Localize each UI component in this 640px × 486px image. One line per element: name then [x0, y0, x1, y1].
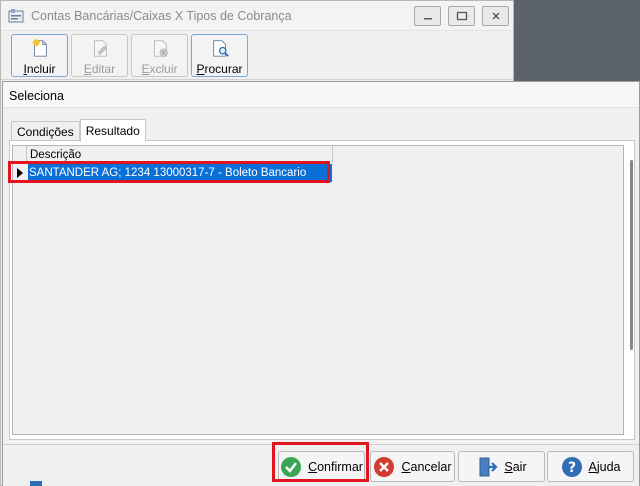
row-pointer-icon [13, 164, 27, 182]
grid-header: Descrição [13, 146, 623, 163]
procurar-label: Procurar [196, 62, 243, 76]
row-descricao-cell[interactable]: SANTANDER AG; 1234 13000317-7 - Boleto B… [28, 164, 332, 182]
tab-strip: Condições Resultado [11, 119, 146, 142]
row-indicator-header [13, 146, 27, 163]
excluir-button[interactable]: Excluir [131, 34, 188, 77]
maximize-button[interactable] [448, 6, 475, 26]
help-icon: ? [561, 456, 582, 477]
exit-door-icon [479, 457, 498, 476]
confirmar-label: Confirmar [308, 459, 363, 474]
minimize-icon [423, 18, 432, 20]
cancelar-button[interactable]: Cancelar [370, 451, 455, 482]
ajuda-button[interactable]: ? Ajuda [547, 451, 634, 482]
minimize-button[interactable] [414, 6, 441, 26]
tab-resultado[interactable]: Resultado [79, 119, 146, 142]
results-grid: Descrição SANTANDER AG; 1234 13000317-7 … [12, 145, 624, 435]
editar-button[interactable]: Editar [71, 34, 128, 77]
incluir-label: Incluir [23, 62, 56, 76]
svg-text:?: ? [567, 460, 575, 476]
app-icon [8, 8, 24, 22]
ajuda-label: Ajuda [588, 459, 621, 474]
confirmar-button[interactable]: Confirmar [278, 451, 365, 482]
taskbar-fragment [30, 481, 42, 486]
cancel-icon [374, 456, 395, 477]
cancelar-label: Cancelar [401, 459, 452, 474]
parent-window-title: Contas Bancárias/Caixas X Tipos de Cobra… [31, 8, 292, 23]
tab-condicoes[interactable]: Condições [11, 121, 80, 142]
toolbar: Incluir Editar Excluir Procurar [1, 32, 513, 80]
table-row[interactable]: SANTANDER AG; 1234 13000317-7 - Boleto B… [13, 164, 623, 182]
excluir-label: Excluir [141, 62, 178, 76]
delete-document-icon [153, 40, 168, 57]
dialog-title: Seleciona [3, 82, 639, 108]
close-icon [492, 12, 499, 20]
incluir-button[interactable]: Incluir [11, 34, 68, 77]
vertical-scrollbar[interactable] [630, 160, 633, 350]
seleciona-dialog: Seleciona Condições Resultado Descrição … [2, 81, 640, 486]
check-icon [281, 456, 302, 477]
procurar-button[interactable]: Procurar [191, 34, 248, 77]
sair-button[interactable]: Sair [458, 451, 545, 482]
resultado-panel: Descrição SANTANDER AG; 1234 13000317-7 … [9, 140, 635, 440]
close-button[interactable] [482, 6, 509, 26]
dialog-footer: Confirmar Cancelar Sair ? Ajuda [3, 444, 639, 486]
search-document-icon [212, 40, 229, 57]
restore-icon [456, 11, 467, 21]
sair-label: Sair [504, 459, 527, 474]
parent-titlebar: Contas Bancárias/Caixas X Tipos de Cobra… [1, 1, 513, 31]
column-header-descricao[interactable]: Descrição [28, 146, 333, 163]
editar-label: Editar [83, 62, 116, 76]
new-document-icon [31, 38, 47, 57]
edit-document-icon [93, 40, 107, 57]
